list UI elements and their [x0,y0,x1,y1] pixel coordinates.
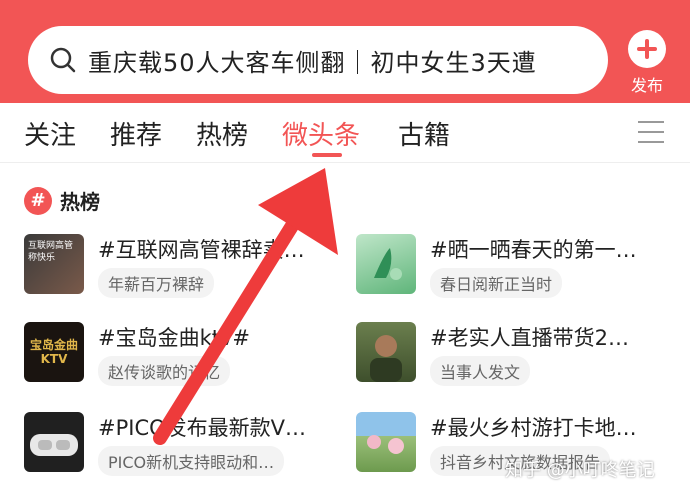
hot-list-header: # 热榜 [24,186,100,215]
tab-follow[interactable]: 关注 [24,115,76,152]
thumbnail-image [356,234,416,294]
hot-item-subtitle: PICO新机支持眼动和… [98,446,285,476]
plus-icon [628,30,666,68]
tab-micro-headline[interactable]: 微头条 [282,115,360,152]
tab-hot[interactable]: 热榜 [196,115,248,152]
menu-icon[interactable] [638,121,664,145]
hot-item-title: #PICO发布最新款V… [98,416,307,440]
thumbnail-caption: 宝岛金曲KTV [29,338,78,366]
hot-item[interactable]: 宝岛金曲KTV #宝岛金曲ktv# 赵传谈歌的记忆 [24,322,354,392]
hot-item-subtitle: 赵传谈歌的记忆 [98,356,231,386]
publish-button[interactable]: 发布 [622,30,672,96]
hot-item-title: #晒一晒春天的第一… [430,238,637,262]
thumbnail-image [356,322,416,382]
hot-item-subtitle: 春日阅新正当时 [430,268,563,298]
channel-tabs: 关注 推荐 热榜 微头条 古籍 [0,103,690,163]
search-input[interactable]: 重庆载50人大客车侧翻｜初中女生3天遭 [28,26,608,94]
hot-item[interactable]: 互联网高管称快乐 #互联网高管裸辞卖… 年薪百万裸辞 [24,234,354,304]
hot-item[interactable]: #晒一晒春天的第一… 春日阅新正当时 [356,234,686,304]
top-bar: 重庆载50人大客车侧翻｜初中女生3天遭 发布 [0,0,690,103]
tab-classics[interactable]: 古籍 [398,115,450,152]
search-icon [50,47,76,73]
thumbnail-image: 宝岛金曲KTV [24,322,84,382]
thumbnail-image [356,412,416,472]
tab-recommend[interactable]: 推荐 [110,115,162,152]
hot-list-title: 热榜 [60,190,100,214]
thumbnail-image: 互联网高管称快乐 [24,234,84,294]
hot-item-subtitle: 年薪百万裸辞 [98,268,215,298]
hot-item-title: #宝岛金曲ktv# [98,326,251,350]
search-query: 重庆载50人大客车侧翻｜初中女生3天遭 [88,48,537,77]
hot-item[interactable]: #PICO发布最新款V… PICO新机支持眼动和… [24,412,354,482]
hot-item-title: #互联网高管裸辞卖… [98,238,305,262]
hot-item[interactable]: #老实人直播带货2… 当事人发文 [356,322,686,392]
hashtag-icon: # [24,186,52,215]
hot-item-title: #老实人直播带货2… [430,326,629,350]
hot-item-subtitle: 当事人发文 [430,356,531,386]
thumbnail-image [24,412,84,472]
thumbnail-caption: 互联网高管称快乐 [28,241,74,263]
active-tab-indicator [312,153,342,157]
publish-label: 发布 [630,76,663,95]
hot-item-title: #最火乡村游打卡地… [430,416,637,440]
watermark: 知乎 @小叮咚笔记 [505,460,655,481]
